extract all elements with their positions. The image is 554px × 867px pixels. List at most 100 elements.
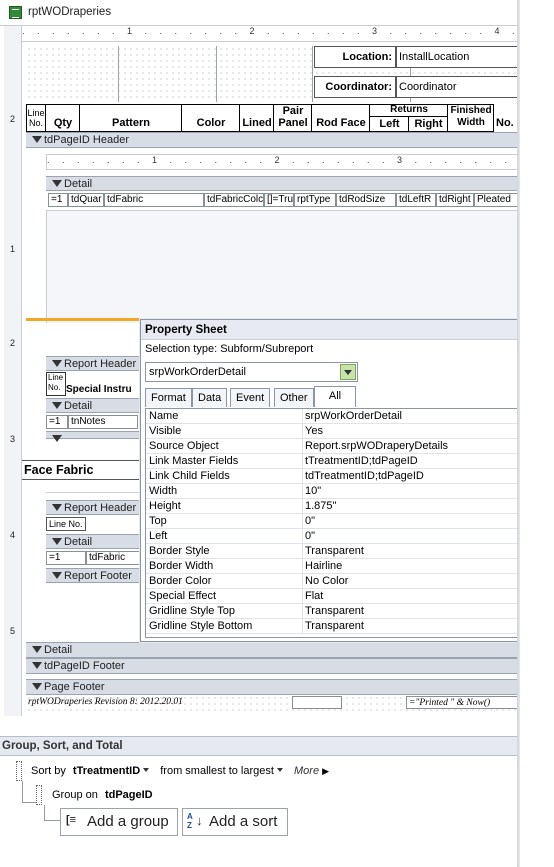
property-row[interactable]: Name srpWorkOrderDetail	[146, 409, 520, 424]
group-field-select[interactable]: tdPageID	[105, 789, 153, 801]
main-detail-band[interactable]: Detail	[26, 642, 522, 658]
object-selector-dropdown[interactable]: srpWorkOrderDetail	[145, 362, 358, 382]
tab-data[interactable]: Data	[192, 388, 228, 407]
footer-blank-box[interactable]	[292, 696, 342, 709]
group-row: Group on tdPageID	[52, 789, 153, 801]
page-footer-band[interactable]: Page Footer	[26, 679, 522, 695]
col-returns[interactable]: Returns	[370, 104, 448, 115]
col-color[interactable]: Color	[182, 117, 240, 129]
property-value[interactable]: Transparent	[302, 604, 518, 618]
property-row[interactable]: Height 1.875"	[146, 499, 520, 514]
property-row[interactable]: Width 10"	[146, 484, 520, 499]
property-row[interactable]: Gridline Style Bottom Transparent	[146, 619, 520, 634]
col-qty[interactable]: Qty	[46, 117, 80, 129]
sort-field-arrow-icon[interactable]	[143, 768, 150, 772]
property-value[interactable]: 0"	[302, 514, 518, 528]
col-finished-width[interactable]: Finished Width	[448, 105, 494, 129]
add-group-button[interactable]: [≡ Add a group	[60, 808, 178, 836]
property-row[interactable]: Link Child Fields tdTreatmentID;tdPageID	[146, 469, 520, 484]
property-value[interactable]: Yes	[302, 424, 518, 438]
special-instructions-label[interactable]: Special Instru	[66, 384, 132, 395]
col-rod-face[interactable]: Rod Face	[312, 117, 370, 129]
property-row[interactable]: Border Color No Color	[146, 574, 520, 589]
property-name: Border Width	[149, 560, 214, 572]
subreport-work-order-detail[interactable]: . . . . . . . 1 . . . . . . . 2 . . . . …	[26, 148, 522, 323]
detail-qty[interactable]: tdQuar	[68, 193, 104, 207]
property-value[interactable]: 1.875"	[302, 499, 518, 513]
col-left[interactable]: Left	[370, 118, 409, 130]
property-value[interactable]: Flat	[302, 589, 518, 603]
col-line-no[interactable]: Line No.	[27, 108, 45, 128]
tdpageid-footer-band[interactable]: tdPageID Footer	[26, 658, 522, 674]
detail-right-return[interactable]: tdRight	[436, 193, 474, 207]
property-value[interactable]: 10"	[302, 484, 518, 498]
footer-revision-text[interactable]: rptWODraperies Revision 8: 2012.20.01	[26, 696, 216, 709]
sort-order-arrow-icon[interactable]	[276, 768, 283, 772]
tree-connector	[22, 781, 36, 803]
detail-line-no[interactable]: =1	[48, 193, 68, 207]
property-value[interactable]: 0"	[302, 529, 518, 543]
detail-rpt-type[interactable]: rptType	[294, 193, 336, 207]
notes-line-eq[interactable]: =1	[46, 415, 68, 429]
property-value[interactable]: tTreatmentID;tdPageID	[302, 454, 518, 468]
location-field[interactable]: InstallLocation	[396, 46, 518, 68]
tab-event[interactable]: Event	[230, 388, 271, 407]
vruler-number: 2	[10, 338, 16, 348]
document-title-bar: rptWODraperies	[0, 0, 520, 26]
vruler-number: 2	[10, 114, 16, 124]
subreport-detail-band[interactable]: Detail	[46, 176, 522, 191]
tab-format[interactable]: Format	[145, 388, 192, 407]
property-row[interactable]: Source Object Report.srpWODraperyDetails	[146, 439, 520, 454]
property-grid: Name srpWorkOrderDetail Visible Yes Source O…	[145, 408, 521, 638]
add-sort-label: Add a sort	[209, 813, 278, 830]
coordinator-label[interactable]: Coordinator:	[314, 76, 396, 98]
detail-fabric-color[interactable]: tdFabricColc	[204, 193, 264, 207]
property-row[interactable]: Border Style Transparent	[146, 544, 520, 559]
tab-all[interactable]: All	[314, 386, 356, 407]
fabric-line-no-label[interactable]: Line No.	[46, 517, 86, 531]
detail-rod-size[interactable]: tdRodSize	[336, 193, 396, 207]
property-row[interactable]: Visible Yes	[146, 424, 520, 439]
property-name: Special Effect	[149, 590, 217, 602]
property-value[interactable]: srpWorkOrderDetail	[302, 409, 518, 423]
add-sort-button[interactable]: AZ ↓ Add a sort	[182, 808, 288, 836]
detail-left-return[interactable]: tdLeftR	[396, 193, 436, 207]
col-pattern[interactable]: Pattern	[80, 117, 182, 129]
property-row[interactable]: Border Width Hairline	[146, 559, 520, 574]
sort-field-select[interactable]: tTreatmentID	[73, 765, 140, 777]
dropdown-arrow-icon[interactable]	[340, 364, 356, 380]
sort-by-label: Sort by	[31, 765, 66, 777]
tab-other[interactable]: Other	[274, 388, 314, 407]
property-value[interactable]: tdTreatmentID;tdPageID	[302, 469, 518, 483]
property-row[interactable]: Link Master Fields tTreatmentID;tdPageID	[146, 454, 520, 469]
property-value[interactable]: No Color	[302, 574, 518, 588]
fabric-line-eq[interactable]: =1	[46, 551, 86, 565]
col-pair-panel[interactable]: Pair Panel	[274, 105, 312, 129]
property-row[interactable]: Top 0"	[146, 514, 520, 529]
property-row[interactable]: Special Effect Flat	[146, 589, 520, 604]
property-row[interactable]: Gridline Style Top Transparent	[146, 604, 520, 619]
property-value[interactable]: Report.srpWODraperyDetails	[302, 439, 518, 453]
sort-row-handle[interactable]	[16, 761, 22, 781]
coordinator-field[interactable]: Coordinator	[396, 76, 518, 98]
property-row[interactable]: Left 0"	[146, 529, 520, 544]
notes-field[interactable]: tnNotes	[68, 415, 138, 429]
property-value[interactable]: Transparent	[302, 619, 518, 633]
detail-fabric[interactable]: tdFabric	[104, 193, 204, 207]
footer-printed-now[interactable]: ="Printed " & Now()	[406, 696, 518, 709]
subreport-ruler: . . . . . . . 1 . . . . . . . 2 . . . . …	[46, 154, 522, 170]
col-right[interactable]: Right	[409, 118, 448, 130]
col-lined[interactable]: Lined	[240, 117, 274, 129]
property-value[interactable]: Hairline	[302, 559, 518, 573]
fabric-field[interactable]: tdFabric	[86, 551, 146, 565]
detail-lined-checkbox[interactable]: []=Tru	[264, 193, 294, 207]
more-link[interactable]: More	[294, 765, 319, 777]
notes-line-no-label[interactable]: Line No.	[46, 372, 66, 396]
more-arrow-icon[interactable]: ▶	[322, 766, 329, 776]
group-row-handle[interactable]	[36, 785, 42, 805]
location-label[interactable]: Location:	[314, 46, 396, 68]
detail-pleated[interactable]: Pleated	[474, 193, 522, 207]
property-value[interactable]: Transparent	[302, 544, 518, 558]
sort-order-select[interactable]: from smallest to largest	[160, 765, 274, 777]
tdpageid-header-band[interactable]: tdPageID Header	[26, 132, 522, 148]
